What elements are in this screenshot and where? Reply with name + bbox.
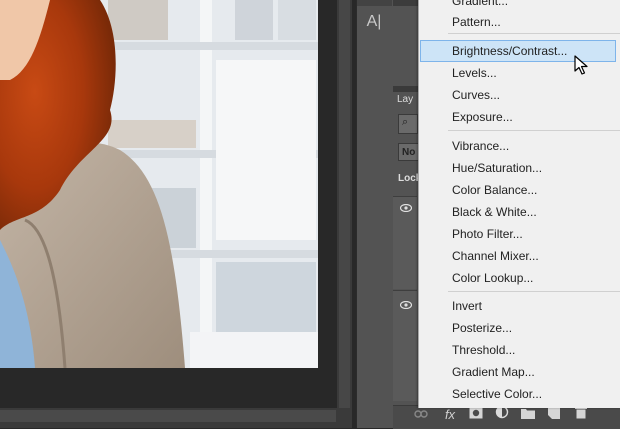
menu-item-exposure[interactable]: Exposure...	[452, 110, 513, 124]
eye-icon[interactable]	[399, 203, 413, 215]
folder-icon[interactable]	[518, 405, 538, 425]
menu-item-selective-color[interactable]: Selective Color...	[452, 387, 542, 401]
menu-item-posterize[interactable]: Posterize...	[452, 321, 512, 335]
menu-item-gradient[interactable]: Gradient...	[452, 0, 508, 8]
menu-item-brightness-contrast[interactable]: Brightness/Contrast...	[452, 44, 567, 58]
menu-item-color-lookup[interactable]: Color Lookup...	[452, 271, 533, 285]
search-icon: ⌕	[402, 116, 409, 128]
menu-item-pattern[interactable]: Pattern...	[452, 15, 501, 29]
new-layer-icon[interactable]	[544, 405, 564, 425]
menu-separator	[448, 130, 620, 131]
menu-separator	[448, 291, 620, 292]
photo-image	[0, 0, 318, 368]
menu-item-photo-filter[interactable]: Photo Filter...	[452, 227, 523, 241]
menu-item-black-white[interactable]: Black & White...	[452, 205, 537, 219]
layer-filter-search[interactable]: ⌕	[398, 114, 418, 134]
eye-icon[interactable]	[399, 300, 413, 312]
character-panel-icon[interactable]: A|	[362, 10, 386, 34]
layers-tab[interactable]: Lay	[397, 94, 413, 105]
dock-strip-header	[357, 0, 392, 6]
horizontal-scrollbar-thumb[interactable]	[0, 410, 336, 422]
document-photo[interactable]	[0, 0, 318, 368]
menu-item-gradient-map[interactable]: Gradient Map...	[452, 365, 535, 379]
menu-item-channel-mixer[interactable]: Channel Mixer...	[452, 249, 539, 263]
menu-item-vibrance[interactable]: Vibrance...	[452, 139, 509, 153]
link-icon[interactable]	[411, 405, 431, 425]
menu-item-curves[interactable]: Curves...	[452, 88, 500, 102]
menu-item-threshold[interactable]: Threshold...	[452, 343, 515, 357]
blend-mode-select[interactable]: No	[398, 143, 420, 161]
menu-item-levels[interactable]: Levels...	[452, 66, 497, 80]
menu-item-hue-saturation[interactable]: Hue/Saturation...	[452, 161, 542, 175]
fx-icon[interactable]: fx	[440, 405, 460, 425]
trash-icon[interactable]	[571, 405, 591, 425]
menu-separator	[448, 33, 620, 34]
mask-icon[interactable]	[466, 405, 486, 425]
vertical-scrollbar-thumb[interactable]	[339, 0, 350, 408]
panel-dock-strip	[356, 0, 394, 428]
adjustment-icon[interactable]	[492, 405, 512, 425]
menu-item-invert[interactable]: Invert	[452, 299, 482, 313]
mouse-cursor-icon	[574, 55, 590, 75]
menu-item-color-balance[interactable]: Color Balance...	[452, 183, 537, 197]
